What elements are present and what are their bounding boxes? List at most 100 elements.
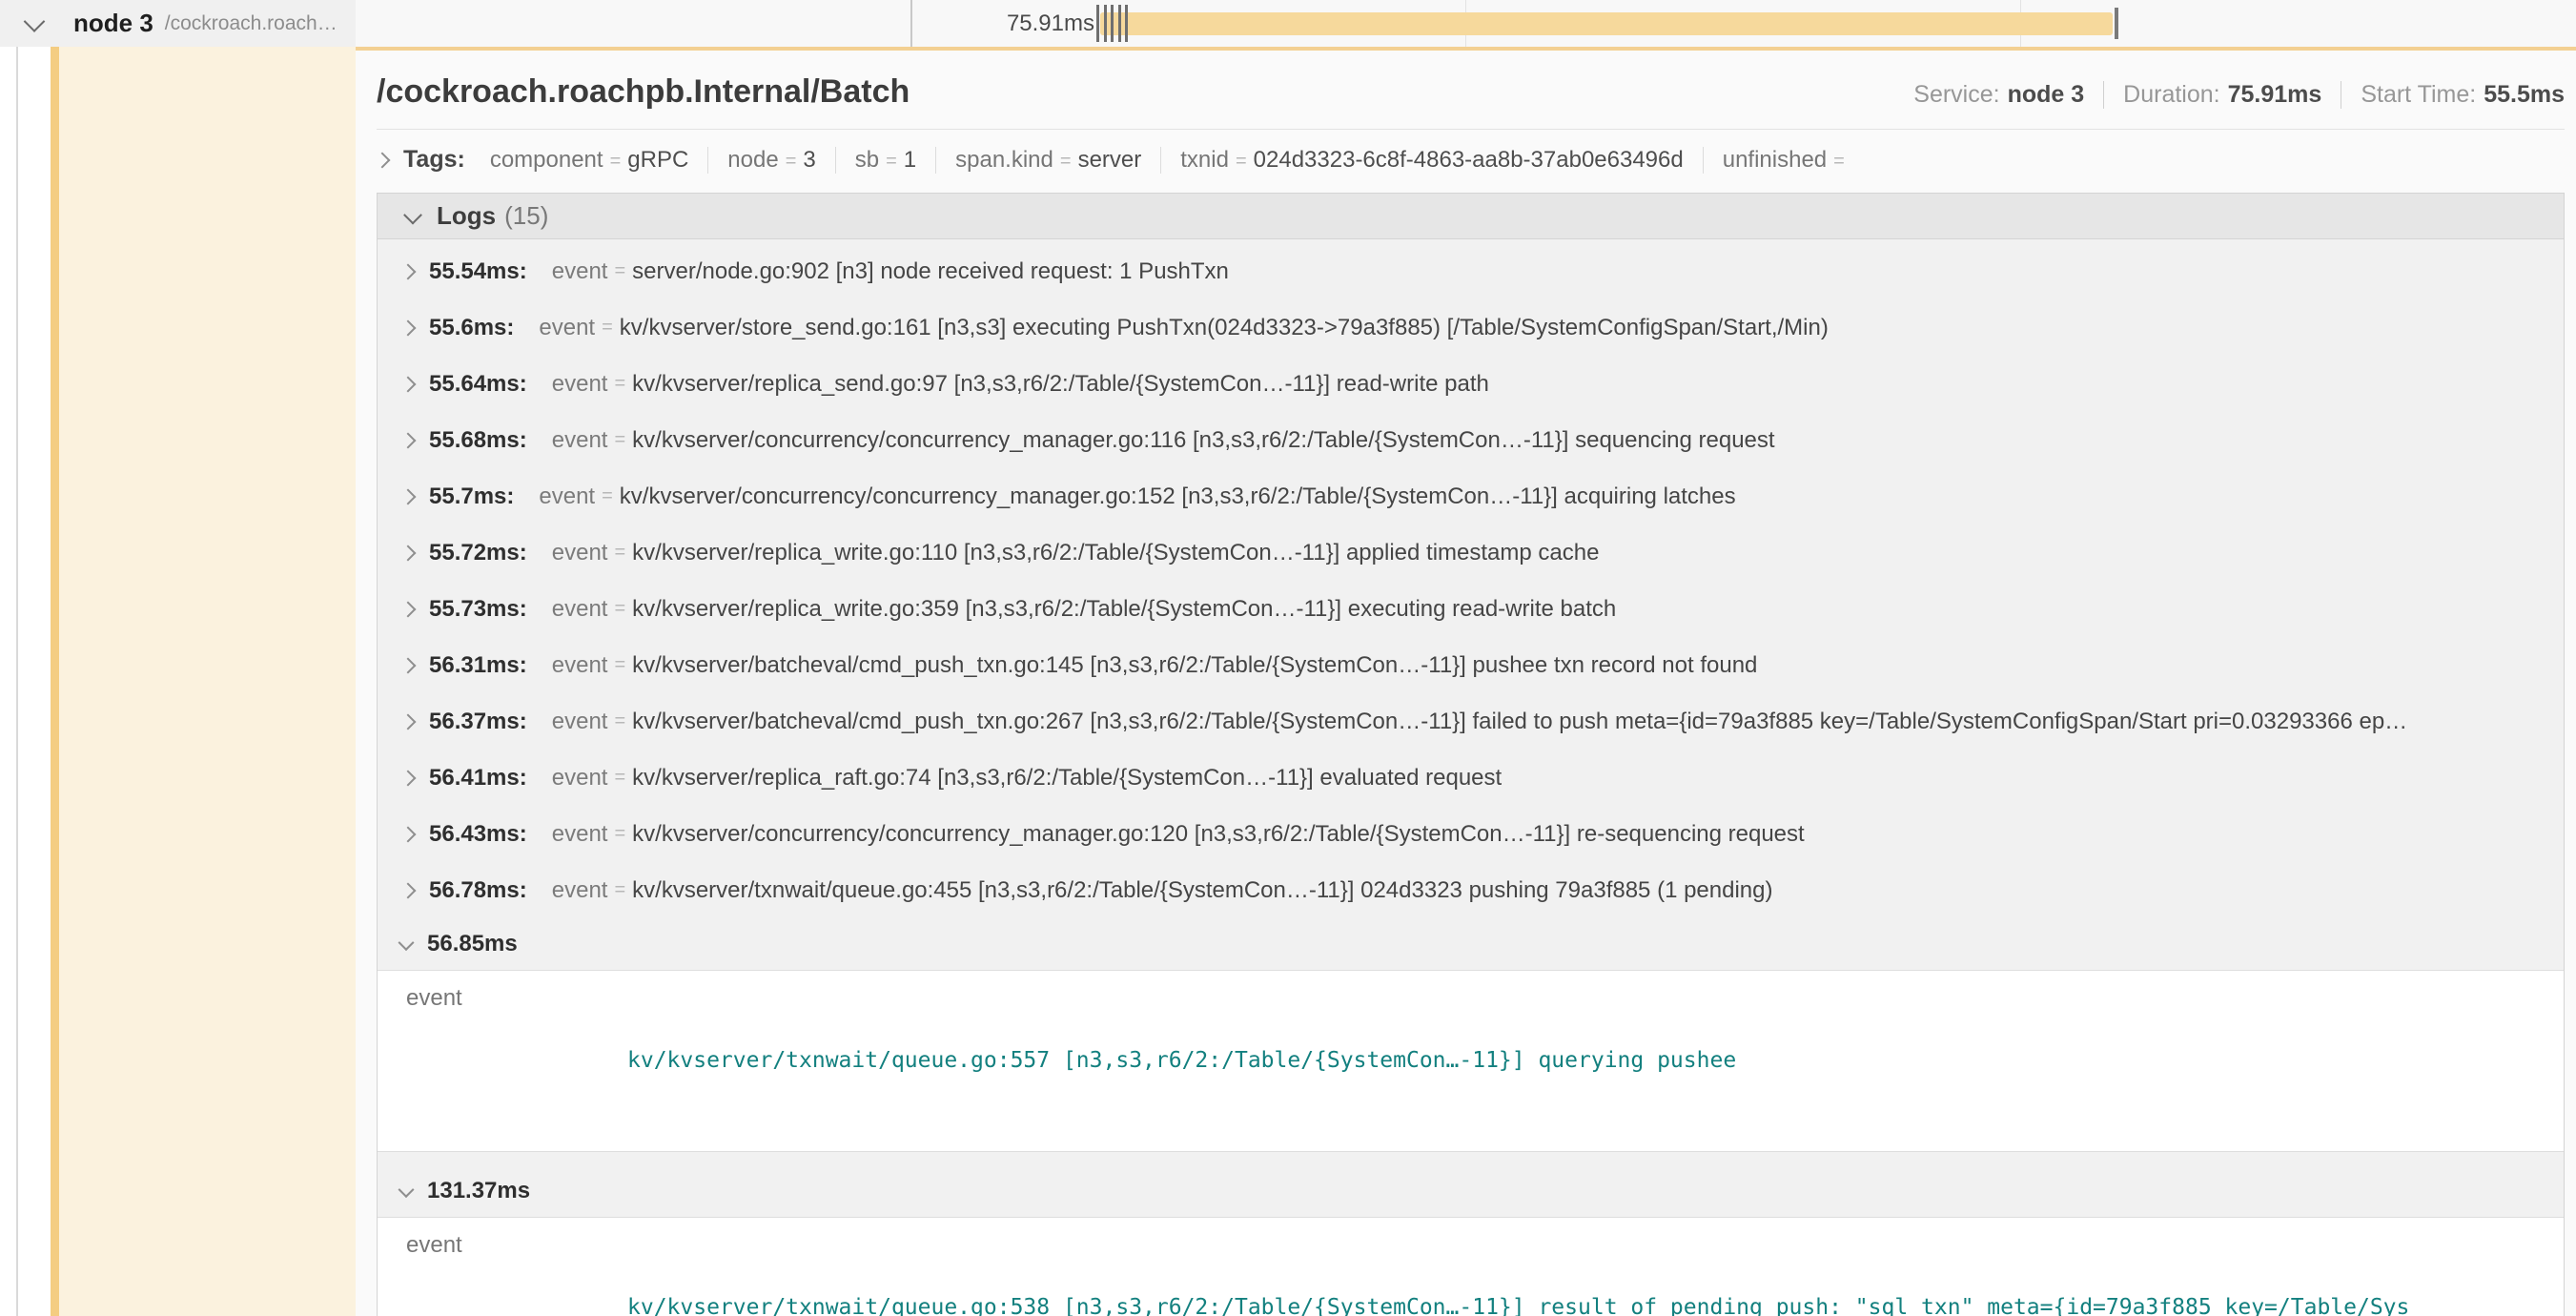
- log-entry[interactable]: 56.31ms: event = kv/kvserver/batcheval/c…: [378, 637, 2564, 693]
- equals-sign: =: [602, 485, 613, 507]
- log-marker-tick: [1104, 5, 1107, 42]
- equals-sign: =: [614, 823, 625, 845]
- tag-txnid: txnid=024d3323-6c8f-4863-aa8b-37ab0e6349…: [1161, 147, 1703, 174]
- equals-sign: =: [614, 598, 625, 620]
- equals-sign: =: [614, 429, 625, 451]
- logs-accordion: Logs (15) 55.54ms: event = server/node.g…: [377, 193, 2565, 1316]
- log-entry[interactable]: 55.64ms: event = kv/kvserver/replica_sen…: [378, 356, 2564, 412]
- log-key: event: [552, 596, 608, 623]
- trace-detail-view: node 3 /cockroach.roach… 75.91ms /cockro…: [0, 0, 2576, 1316]
- column-resize-divider[interactable]: [910, 0, 912, 47]
- chevron-right-icon: [400, 432, 417, 448]
- logs-accordion-header[interactable]: Logs (15): [378, 194, 2564, 239]
- log-entry[interactable]: 55.72ms: event = kv/kvserver/replica_wri…: [378, 524, 2564, 581]
- log-key: event: [552, 258, 608, 285]
- log-key: event: [552, 821, 608, 848]
- equals-sign: =: [614, 542, 625, 564]
- log-entry[interactable]: 55.73ms: event = kv/kvserver/replica_wri…: [378, 581, 2564, 637]
- collapse-span-chevron-down-icon[interactable]: [24, 10, 46, 32]
- log-entry[interactable]: 131.37ms: [378, 1165, 2564, 1217]
- equals-sign: =: [614, 260, 625, 282]
- log-key: event: [378, 1229, 627, 1316]
- summary-start-time: Start Time:55.5ms: [2341, 81, 2565, 109]
- log-key: event: [552, 765, 608, 792]
- span-color-accent-strip: [51, 0, 59, 1316]
- log-value: kv/kvserver/txnwait/queue.go:455 [n3,s3,…: [632, 877, 1772, 904]
- service-name: node 3: [73, 9, 153, 38]
- log-marker-tick: [1118, 5, 1121, 42]
- log-key: event: [552, 371, 608, 398]
- log-value: kv/kvserver/replica_raft.go:74 [n3,s3,r6…: [632, 765, 1502, 792]
- log-value: kv/kvserver/batcheval/cmd_push_txn.go:26…: [632, 709, 2407, 735]
- tag-component: component=gRPC: [471, 147, 708, 174]
- equals-sign: =: [614, 767, 625, 789]
- log-timestamp: 55.73ms:: [429, 596, 527, 623]
- chevron-right-icon: [400, 319, 417, 336]
- log-entry[interactable]: 56.85ms: [378, 918, 2564, 970]
- tag-span-kind: span.kind=server: [936, 147, 1161, 174]
- log-value: kv/kvserver/batcheval/cmd_push_txn.go:14…: [632, 652, 1757, 679]
- tags-accordion-header[interactable]: Tags: component=gRPC node=3 sb=1 span.ki…: [377, 130, 2576, 187]
- chevron-right-icon: [400, 545, 417, 561]
- equals-sign: =: [614, 654, 625, 676]
- log-marker-tick: [1096, 5, 1099, 42]
- log-timestamp: 56.85ms: [427, 931, 518, 957]
- operation-name: /cockroach.roach…: [165, 12, 337, 35]
- summary-service: Service:node 3: [1913, 81, 2084, 109]
- log-timestamp: 56.43ms:: [429, 821, 527, 848]
- log-value: kv/kvserver/concurrency/concurrency_mana…: [632, 427, 1774, 454]
- log-marker-tick: [1125, 5, 1128, 42]
- tag-node: node=3: [708, 147, 835, 174]
- selected-row-highlight: [59, 47, 356, 1316]
- log-timestamp: 56.31ms:: [429, 652, 527, 679]
- equals-sign: =: [614, 373, 625, 395]
- chevron-right-icon: [400, 601, 417, 617]
- span-end-log-marker: [2115, 8, 2118, 39]
- log-entry[interactable]: 55.7ms: event = kv/kvserver/concurrency/…: [378, 468, 2564, 524]
- log-timestamp: 55.68ms:: [429, 427, 527, 454]
- log-value: kv/kvserver/replica_send.go:97 [n3,s3,r6…: [632, 371, 1489, 398]
- logs-title: Logs: [437, 201, 496, 231]
- span-row[interactable]: node 3 /cockroach.roach… 75.91ms: [0, 0, 2576, 47]
- log-timestamp: 55.72ms:: [429, 540, 527, 566]
- left-gutter-line: [16, 47, 18, 1316]
- log-marker-tick: [1111, 5, 1114, 42]
- log-entry[interactable]: 56.78ms: event = kv/kvserver/txnwait/que…: [378, 862, 2564, 918]
- tag-unfinished: unfinished=: [1704, 147, 1871, 174]
- log-timestamp: 56.78ms:: [429, 877, 527, 904]
- log-timestamp: 56.37ms:: [429, 709, 527, 735]
- span-summary: Service:node 3 Duration:75.91ms Start Ti…: [1913, 81, 2565, 109]
- log-entry[interactable]: 56.43ms: event = kv/kvserver/concurrency…: [378, 806, 2564, 862]
- log-value: kv/kvserver/replica_write.go:359 [n3,s3,…: [632, 596, 1616, 623]
- tag-sb: sb=1: [836, 147, 936, 174]
- span-operation-title: /cockroach.roachpb.Internal/Batch: [377, 73, 910, 111]
- log-entry-expanded: 56.85ms event kv/kvserver/txnwait/queue.…: [378, 918, 2564, 1152]
- chevron-right-icon: [400, 263, 417, 279]
- span-duration-label: 75.91ms: [915, 0, 1094, 47]
- span-bar[interactable]: [1100, 12, 2113, 35]
- log-entry[interactable]: 56.41ms: event = kv/kvserver/replica_raf…: [378, 750, 2564, 806]
- chevron-down-icon: [403, 205, 422, 224]
- log-timestamp: 56.41ms:: [429, 765, 527, 792]
- equals-sign: =: [614, 879, 625, 901]
- log-entry[interactable]: 55.6ms: event = kv/kvserver/store_send.g…: [378, 299, 2564, 356]
- log-key: event: [539, 483, 595, 510]
- span-name-cell[interactable]: node 3 /cockroach.roach…: [0, 0, 356, 47]
- log-timestamp: 131.37ms: [427, 1178, 530, 1204]
- log-list: 55.54ms: event = server/node.go:902 [n3]…: [378, 239, 2564, 1316]
- log-key: event: [552, 877, 608, 904]
- log-key: event: [378, 982, 627, 1140]
- log-value-monospace: kv/kvserver/txnwait/queue.go:557 [n3,s3,…: [627, 982, 1736, 1140]
- log-entry[interactable]: 55.68ms: event = kv/kvserver/concurrency…: [378, 412, 2564, 468]
- chevron-right-icon: [400, 882, 417, 898]
- chevron-right-icon: [400, 826, 417, 842]
- log-entry-expanded: 131.37ms event kv/kvserver/txnwait/queue…: [378, 1165, 2564, 1316]
- log-key: event: [552, 652, 608, 679]
- chevron-down-icon: [399, 1182, 415, 1198]
- log-entry[interactable]: 55.54ms: event = server/node.go:902 [n3]…: [378, 243, 2564, 299]
- log-entry[interactable]: 56.37ms: event = kv/kvserver/batcheval/c…: [378, 693, 2564, 750]
- chevron-right-icon: [400, 770, 417, 786]
- log-timestamp: 55.64ms:: [429, 371, 527, 398]
- log-value: kv/kvserver/concurrency/concurrency_mana…: [620, 483, 1736, 510]
- chevron-right-icon: [375, 152, 391, 168]
